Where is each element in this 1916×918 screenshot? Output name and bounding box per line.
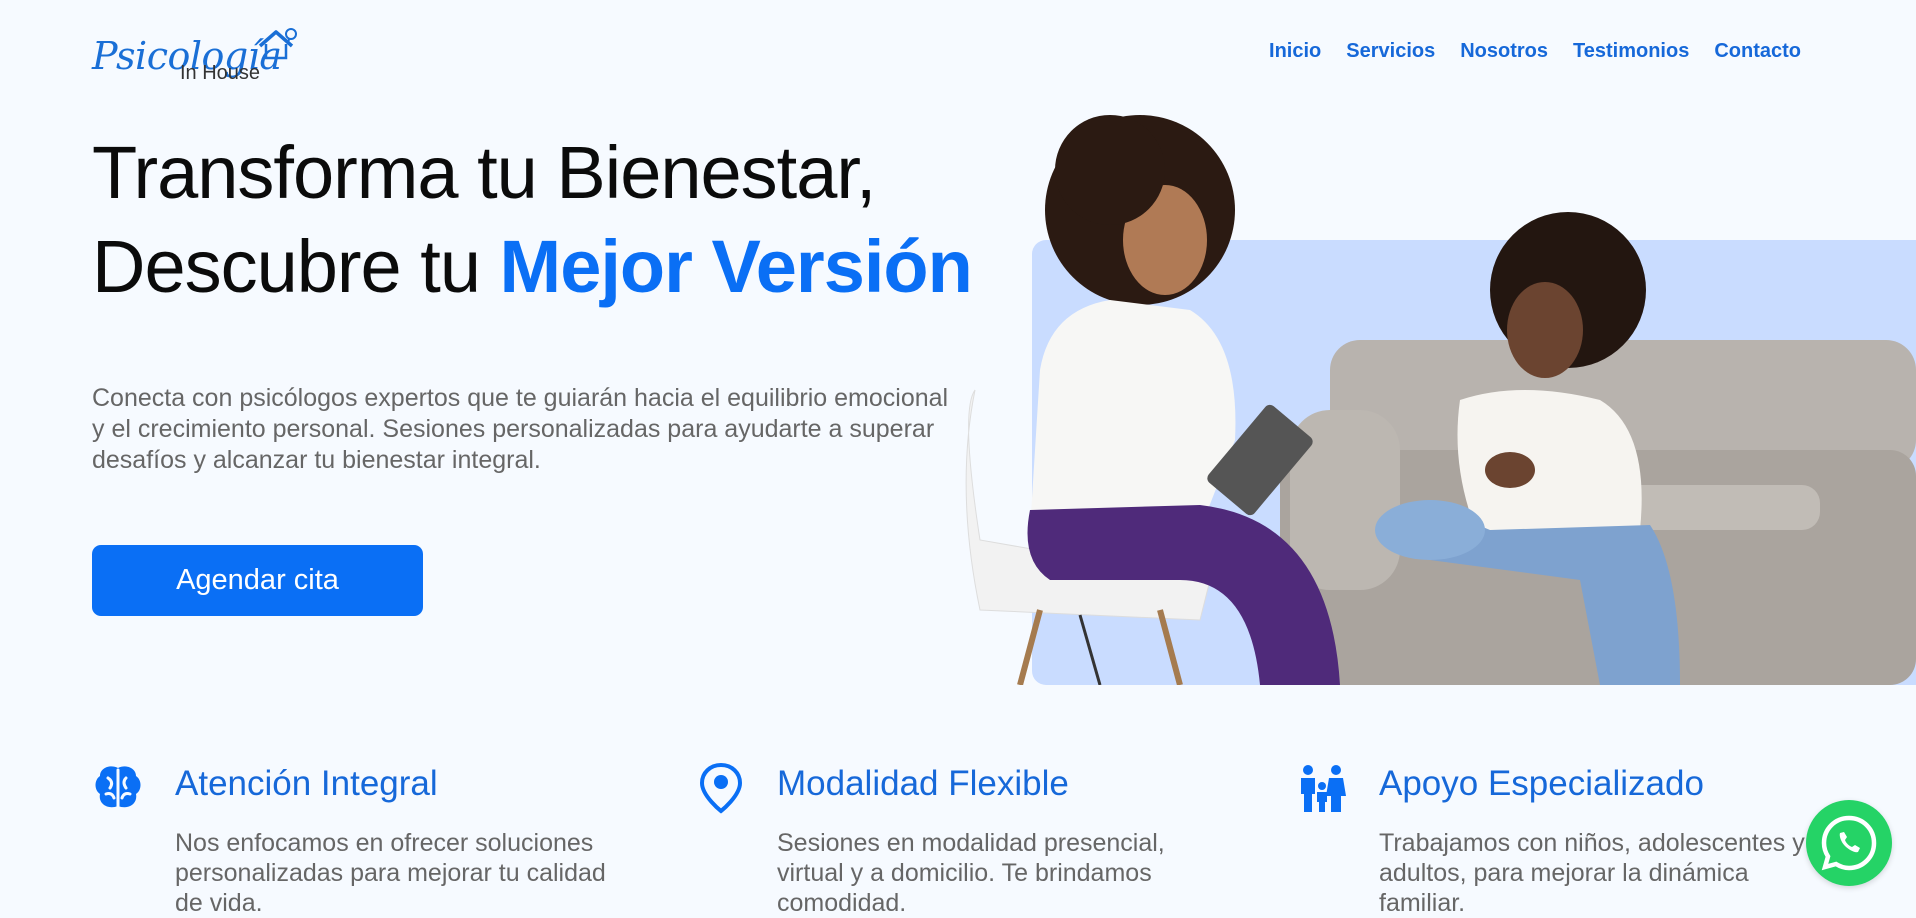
feature-title: Apoyo Especializado — [1379, 764, 1704, 803]
feature-text: Trabajamos con niños, adolescentes y adu… — [1379, 829, 1805, 917]
hero-title: Transforma tu Bienestar, Descubre tu Mej… — [92, 126, 973, 314]
nav-contacto[interactable]: Contacto — [1714, 40, 1801, 63]
feature-text: Sesiones en modalidad presencial, virtua… — [777, 829, 1165, 917]
brain-icon — [95, 766, 141, 808]
hero-title-line2: Descubre tu — [92, 225, 500, 308]
hero-title-accent: Mejor Versión — [499, 225, 973, 308]
hero-title-line1: Transforma tu Bienestar, — [92, 131, 876, 214]
nav-nosotros[interactable]: Nosotros — [1460, 40, 1548, 63]
nav-servicios[interactable]: Servicios — [1346, 40, 1435, 63]
hero-description: Conecta con psicólogos expertos que te g… — [92, 384, 949, 474]
therapy-session-illustration — [965, 115, 1916, 685]
house-icon — [258, 28, 297, 60]
feature-title: Atención Integral — [175, 764, 438, 803]
whatsapp-button[interactable] — [1806, 800, 1892, 886]
location-pin-icon — [699, 762, 743, 814]
family-icon — [1301, 765, 1346, 812]
logo[interactable]: Psicología In House — [92, 26, 297, 84]
nav-testimonios[interactable]: Testimonios — [1573, 40, 1689, 63]
feature-title: Modalidad Flexible — [777, 764, 1069, 803]
nav-inicio[interactable]: Inicio — [1269, 40, 1321, 63]
agendar-cita-button[interactable]: Agendar cita — [92, 545, 423, 616]
logo-sub-text: In House — [180, 62, 261, 84]
feature-text: Nos enfocamos en ofrecer soluciones pers… — [175, 829, 606, 917]
main-nav: Inicio Servicios Nosotros Testimonios Co… — [1269, 40, 1801, 63]
whatsapp-icon — [1821, 815, 1877, 871]
hero-photo — [960, 110, 1916, 685]
